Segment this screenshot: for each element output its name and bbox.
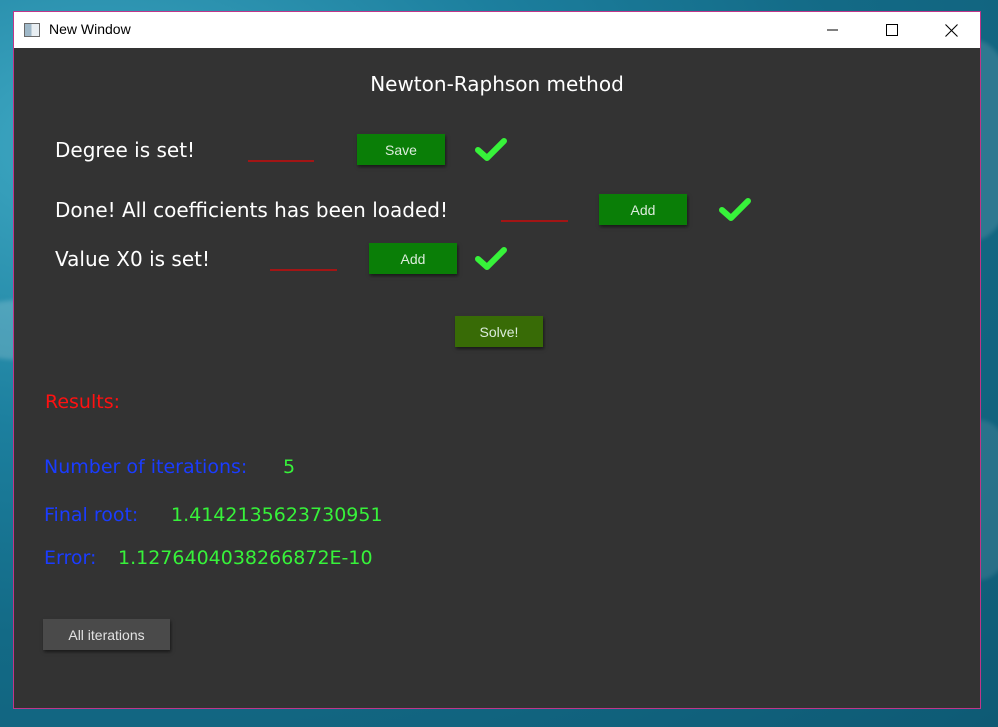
page-title: Newton-Raphson method	[370, 72, 624, 96]
x0-status-label: Value X0 is set!	[55, 247, 210, 271]
check-icon	[475, 138, 507, 161]
app-window: New Window Newton-Raphson method Degree …	[13, 11, 981, 709]
solve-button[interactable]: Solve!	[455, 316, 543, 347]
close-button[interactable]	[922, 12, 980, 48]
coefficient-input[interactable]	[501, 220, 568, 222]
error-label: Error:	[44, 547, 97, 569]
iterations-label: Number of iterations:	[44, 456, 248, 478]
maximize-icon	[886, 24, 898, 36]
check-icon	[719, 198, 751, 221]
minimize-icon	[827, 29, 838, 31]
check-icon	[475, 247, 507, 270]
all-iterations-button[interactable]: All iterations	[43, 619, 170, 650]
final-root-value: 1.4142135623730951	[171, 504, 383, 526]
degree-input[interactable]	[248, 160, 314, 162]
coefficients-status-label: Done! All coefficients has been loaded!	[55, 198, 448, 222]
window-title: New Window	[49, 21, 131, 37]
close-icon	[944, 23, 958, 37]
results-heading: Results:	[45, 391, 121, 413]
content-area: Newton-Raphson method Degree is set! Sav…	[14, 48, 980, 708]
error-value: 1.1276404038266872E-10	[118, 547, 373, 569]
iterations-value: 5	[283, 456, 296, 478]
maximize-button[interactable]	[863, 12, 921, 48]
window-app-icon	[24, 23, 40, 37]
final-root-label: Final root:	[44, 504, 139, 526]
add-x0-button[interactable]: Add	[369, 243, 457, 274]
add-coefficient-button[interactable]: Add	[599, 194, 687, 225]
x0-input[interactable]	[270, 269, 337, 271]
title-bar[interactable]: New Window	[14, 12, 980, 48]
minimize-button[interactable]	[804, 12, 862, 48]
save-degree-button[interactable]: Save	[357, 134, 445, 165]
degree-status-label: Degree is set!	[55, 138, 196, 162]
